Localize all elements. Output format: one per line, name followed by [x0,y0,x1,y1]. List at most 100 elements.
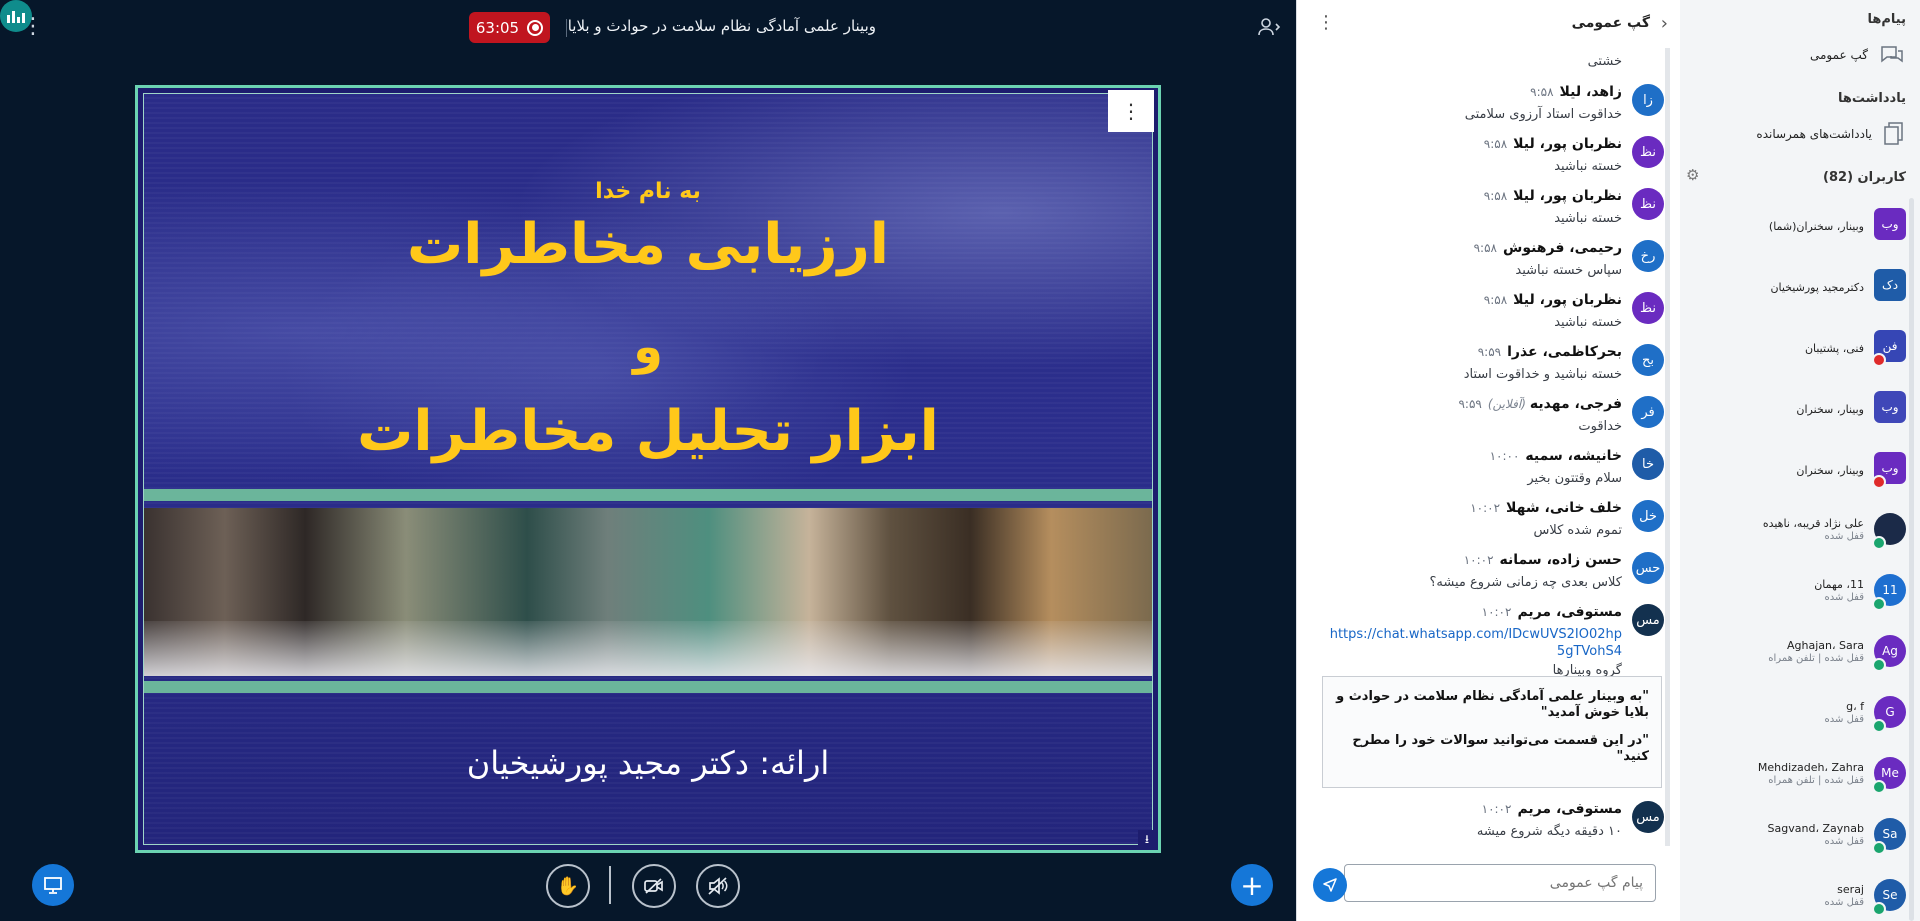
sender-name: زاهد، لیلا [1559,84,1622,100]
slide-divider [144,681,1152,693]
audio-button[interactable] [696,864,740,908]
message-time: ۹:۵۹ [1477,345,1502,359]
gear-icon[interactable]: ⚙ [1686,166,1699,184]
record-icon [527,19,544,36]
presentation-toggle-button[interactable] [32,864,74,906]
message-sender: رحیمی، فرهنوش ۹:۵۸ [1474,240,1622,256]
raise-hand-button[interactable]: ✋ [546,864,590,908]
options-menu-icon[interactable]: ⋮ [22,16,44,38]
user-name-text: seraj [1837,883,1864,896]
user-list-item[interactable]: فن فنی، پشتیبان [1690,324,1906,374]
recording-indicator[interactable]: 63:05 [469,12,550,43]
user-name-text: وبینار، سخنران [1796,464,1864,477]
message-time: ۹:۵۸ [1483,189,1508,203]
send-message-button[interactable] [1313,868,1347,902]
slide-photo [144,508,1152,676]
user-name-text: دکترمجید پورشیخیان [1770,281,1864,294]
chat-message-input[interactable] [1344,864,1656,902]
sidebar-item-label: گپ عمومی [1809,48,1868,62]
camera-button[interactable] [632,864,676,908]
message-text: خسته نباشید و خداقوت استاد [1463,367,1622,382]
user-status: قفل شده | تلفن همراه [1768,653,1864,664]
message-sender: فرجی، مهدیه(آفلاین) ۹:۵۹ [1458,396,1622,412]
user-name: Aghajan، Sara [1714,639,1864,652]
slide-options-icon[interactable]: ⋮ [1108,90,1154,132]
message-sender: بحرکاظمی، عذرا ۹:۵۹ [1478,344,1622,360]
chat-options-icon[interactable]: ⋮ [1317,12,1335,33]
user-name: Mehdizadeh، Zahra [1714,761,1864,774]
users-section-title: کاربران (82) [1823,170,1906,185]
message-time: ۱۰:۰۲ [1463,553,1494,567]
presentation-icon [44,877,62,894]
user-name: دکترمجید پورشیخیان [1770,281,1864,294]
sender-name: نظربان پور، لیلا [1513,136,1622,152]
message-time: ۱۰:۰۲ [1481,802,1512,816]
user-name: علی نژاد قریبه، ناهیده [1714,517,1864,530]
user-list-item[interactable]: وب وبینار، سخنران [1690,446,1906,496]
user-status: قفل شده | تلفن همراه [1768,775,1864,786]
user-list-item[interactable]: وب وبینار، سخنران(شما) [1690,202,1906,252]
sidebar-item-shared-notes[interactable]: یادداشت‌های همرسانده [1694,117,1906,151]
message-time: ۹:۵۸ [1483,293,1508,307]
message-link[interactable]: https://chat.whatsapp.com/IDcwUVS2IO02hp… [1322,626,1622,660]
user-name: 11، مهمان [1714,578,1864,591]
avatar: بح [1632,344,1664,376]
public-chat-panel: ‹ گپ عمومی ⋮ خشتی زا زاهد، لیلا ۹:۵۸ خداقوت… [1296,0,1680,921]
user-name-text: 11، مهمان [1814,578,1864,591]
user-list-item[interactable]: Ag Aghajan، Sara قفل شده | تلفن همراه [1690,629,1906,679]
avatar: خا [1632,448,1664,480]
slide-conjunction: و [633,319,663,375]
presentation-area: ⋮ 63:05 وبینار علمی آمادگی نظام سلامت در… [0,0,1296,921]
send-icon [1323,878,1337,892]
notes-icon [1884,122,1903,145]
message-text: سپاس خسته نباشید [1515,263,1622,278]
message-time: ۱۰:۰۲ [1481,605,1512,619]
message-text: تموم شده کلاس [1533,523,1622,538]
user-status: قفل شده [1824,836,1864,847]
user-list-item[interactable]: دک دکترمجید پورشیخیان [1690,263,1906,313]
microphone-icon [1872,658,1886,672]
sender-name: بحرکاظمی، عذرا [1507,344,1622,360]
actions-plus-button[interactable]: + [1231,864,1273,906]
message-text: خشتی [1587,54,1622,69]
user-name-text: Aghajan، Sara [1786,639,1864,652]
user-list-panel: پیام‌ها گپ عمومی یادداشت‌ها یادداشت‌های … [1680,0,1920,921]
user-list-item[interactable]: 11 11، مهمان قفل شده [1690,568,1906,618]
sender-name: خانیشه، سمیه [1525,448,1622,464]
user-list-toggle-icon[interactable] [1257,16,1281,38]
avatar: نظ [1632,136,1664,168]
sidebar-item-public-chat[interactable]: گپ عمومی [1694,38,1906,72]
microphone-icon [1872,719,1886,733]
sender-name: رحیمی، فرهنوش [1503,240,1622,256]
user-list-item[interactable]: علی نژاد قریبه، ناهیده قفل شده [1690,507,1906,557]
sender-name: مستوفی، مریم [1517,801,1622,817]
user-list-scrollbar[interactable] [1909,198,1914,921]
user-name: وبینار، سخنران [1796,464,1864,477]
microphone-icon [1872,597,1886,611]
download-icon[interactable]: ⭳ [1138,830,1156,848]
microphone-icon [1872,536,1886,550]
message-sender: مستوفی، مریم ۱۰:۰۲ [1482,604,1622,620]
notes-section-title: یادداشت‌ها [1837,91,1906,106]
message-sender: نظربان پور، لیلا ۹:۵۸ [1484,292,1622,308]
sender-name: فرجی، مهدیه [1529,396,1622,412]
avatar: مس [1632,801,1664,833]
plus-icon: + [1240,868,1264,902]
user-name: وبینار، سخنران [1796,403,1864,416]
message-sender: حسن زاده، سمانه ۱۰:۰۲ [1464,552,1622,568]
user-list-item[interactable]: وب وبینار، سخنران [1690,385,1906,435]
message-text: ۱۰ دقیقه دیگه شروع میشه [1476,824,1622,839]
user-list-item[interactable]: Gg، f قفل شده [1690,690,1906,740]
user-status: قفل شده [1824,897,1864,908]
message-time: ۱۰:۰۲ [1470,501,1501,515]
chevron-back-icon[interactable]: ‹ [1661,13,1668,34]
user-list-item[interactable]: Me Mehdizadeh، Zahra قفل شده | تلفن همراه [1690,751,1906,801]
sidebar-item-label: یادداشت‌های همرسانده [1756,127,1872,141]
chat-title: گپ عمومی [1571,15,1650,31]
message-sender: زاهد، لیلا ۹:۵۸ [1530,84,1622,100]
user-list-item[interactable]: Sa Sagvand، Zaynab قفل شده [1690,812,1906,862]
message-time: ۹:۵۹ [1458,397,1482,411]
user-list-item[interactable]: Se seraj قفل شده [1690,873,1906,921]
avatar: خل [1632,500,1664,532]
message-time: ۹:۵۸ [1473,241,1497,255]
